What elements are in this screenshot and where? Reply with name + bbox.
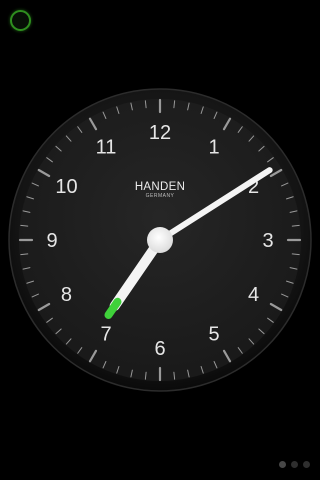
page-indicator[interactable] xyxy=(279,461,310,468)
analog-clock: 121234567891011 HANDEN GERMANY xyxy=(8,88,312,392)
hour-numeral: 8 xyxy=(61,284,72,306)
hour-numeral: 4 xyxy=(248,284,259,306)
brand-label: HANDEN xyxy=(135,181,185,193)
page-dot[interactable] xyxy=(303,461,310,468)
hour-numeral: 5 xyxy=(208,324,219,346)
hour-numeral: 6 xyxy=(154,338,165,360)
clock-app: 12 1 2 3 4 5 6 7 8 9 10 11 HANDEN GERMANY xyxy=(0,0,320,480)
hour-numeral: 12 xyxy=(149,122,171,144)
hour-numeral: 3 xyxy=(262,230,273,252)
hour-numeral: 9 xyxy=(46,230,57,252)
page-dot[interactable] xyxy=(291,461,298,468)
hour-numeral: 7 xyxy=(100,324,111,346)
hour-numeral: 11 xyxy=(96,136,117,158)
hour-numeral: 1 xyxy=(208,136,219,158)
center-cap xyxy=(147,227,173,253)
page-dot[interactable] xyxy=(279,461,286,468)
hour-numeral: 10 xyxy=(55,176,77,198)
brand-subtitle: GERMANY xyxy=(146,193,175,199)
